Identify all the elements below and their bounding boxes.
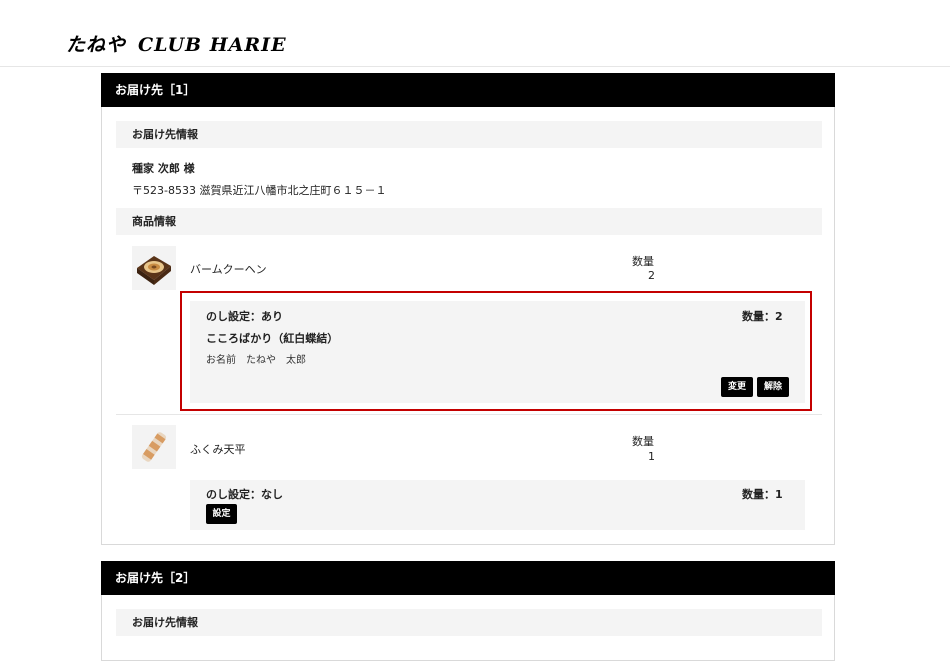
quantity-value: 2: [648, 269, 655, 282]
shipment-header: お届け先［1］: [101, 73, 835, 107]
baumkuchen-image-icon: [132, 246, 176, 290]
quantity-label: 数量: [632, 255, 654, 268]
logo-text-tanaya: たねや: [66, 34, 127, 56]
site-logo[interactable]: たねや CLUB HARIE: [66, 30, 287, 57]
set-noshi-button[interactable]: 設定: [206, 504, 237, 524]
product-info-heading: 商品情報: [116, 208, 822, 235]
shipment-header: お届け先［2］: [101, 561, 835, 595]
fukumi-tenpyo-image-icon: [132, 425, 176, 469]
logo-text-club-harie: CLUB HARIE: [138, 34, 287, 56]
highlight-frame: [180, 291, 812, 411]
shipment-section-2: お届け先［2］ お届け先情報: [101, 561, 835, 661]
product-name: バームクーヘン: [190, 263, 267, 276]
noshi-quantity: 数量：1: [742, 488, 783, 501]
site-header: たねや CLUB HARIE: [0, 0, 950, 67]
noshi-setting-status: のし設定：なし: [206, 488, 283, 501]
noshi-settings-panel: のし設定：なし 数量：1 設定: [190, 480, 805, 530]
product-thumbnail-fukumi-tenpyo: [132, 425, 176, 469]
product-thumbnail-baumkuchen: [132, 246, 176, 290]
product-name: ふくみ天平: [190, 443, 246, 456]
recipient-info-heading: お届け先情報: [116, 121, 822, 148]
quantity-label: 数量: [632, 435, 654, 448]
recipient-address: 〒523-8533 滋賀県近江八幡市北之庄町６１５－１: [132, 184, 387, 197]
recipient-info-heading: お届け先情報: [116, 609, 822, 636]
recipient-name: 種家 次郎 様: [132, 162, 195, 175]
item-divider: [116, 414, 822, 415]
quantity-value: 1: [648, 450, 655, 463]
